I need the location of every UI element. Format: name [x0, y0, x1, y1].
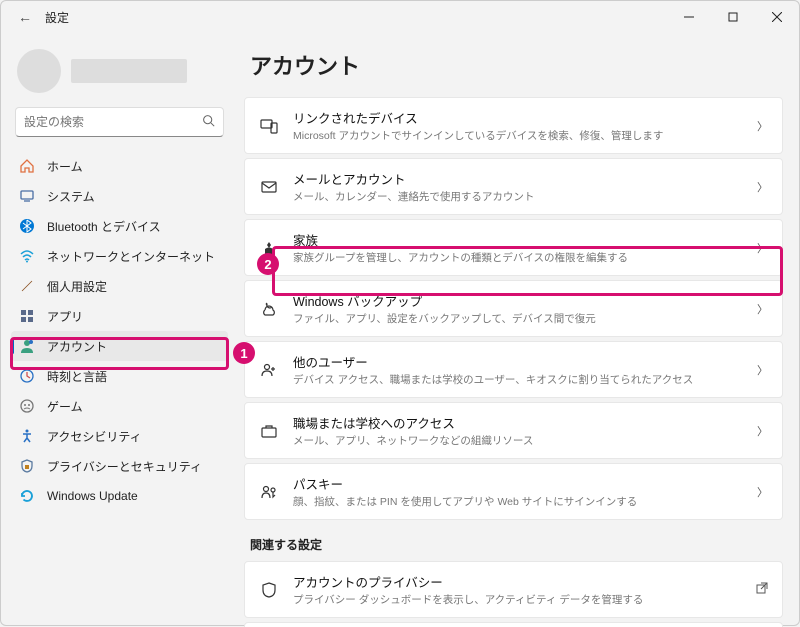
- update-icon: [19, 488, 35, 504]
- nav-home[interactable]: ホーム: [11, 151, 228, 181]
- external-link-icon: [756, 582, 768, 597]
- card-other-users[interactable]: 他のユーザー デバイス アクセス、職場または学校のユーザー、キオスクに割り当てら…: [244, 341, 783, 398]
- chevron-right-icon: 〉: [757, 423, 768, 439]
- card-title: パスキー: [293, 474, 743, 493]
- card-work-school[interactable]: 職場または学校へのアクセス メール、アプリ、ネットワークなどの組織リソース 〉: [244, 402, 783, 459]
- nav-accessibility[interactable]: アクセシビリティ: [11, 421, 228, 451]
- close-button[interactable]: [755, 2, 799, 32]
- search-icon: [202, 114, 215, 130]
- clock-icon: [19, 368, 35, 384]
- card-subtitle: メール、アプリ、ネットワークなどの組織リソース: [293, 433, 743, 448]
- home-icon: [19, 158, 35, 174]
- chevron-right-icon: 〉: [757, 362, 768, 378]
- passkey-icon: [259, 482, 279, 502]
- card-title: 家族: [293, 230, 743, 249]
- system-icon: [19, 188, 35, 204]
- nav-gaming[interactable]: ゲーム: [11, 391, 228, 421]
- shield-icon: [19, 458, 35, 474]
- briefcase-icon: [259, 421, 279, 441]
- card-linked-devices[interactable]: リンクされたデバイス Microsoft アカウントでサインインしているデバイス…: [244, 97, 783, 154]
- card-subtitle: 顔、指紋、または PIN を使用してアプリや Web サイトにサインインする: [293, 494, 743, 509]
- bluetooth-icon: [19, 218, 35, 234]
- game-icon: [19, 398, 35, 414]
- family-icon: [259, 238, 279, 258]
- avatar: [17, 49, 61, 93]
- nav-label: 時刻と言語: [47, 368, 107, 385]
- card-subtitle: 家族グループを管理し、アカウントの種類とデバイスの権限を編集する: [293, 250, 743, 265]
- card-title: Windows バックアップ: [293, 291, 743, 310]
- wifi-icon: [19, 248, 35, 264]
- page-title: アカウント: [250, 49, 783, 81]
- nav-label: アクセシビリティ: [47, 428, 142, 445]
- nav-update[interactable]: Windows Update: [11, 481, 228, 511]
- chevron-right-icon: 〉: [757, 240, 768, 256]
- nav-label: 個人用設定: [47, 278, 107, 295]
- card-passkey[interactable]: パスキー 顔、指紋、または PIN を使用してアプリや Web サイトにサインイ…: [244, 463, 783, 520]
- card-windows-backup[interactable]: Windows バックアップ ファイル、アプリ、設定をバックアップして、デバイス…: [244, 280, 783, 337]
- brush-icon: [19, 278, 35, 294]
- sidebar: ホーム システム Bluetooth とデバイス ネットワークとインターネット …: [1, 33, 236, 627]
- search-input[interactable]: [24, 115, 202, 129]
- chevron-right-icon: 〉: [757, 179, 768, 195]
- card-subtitle: メール、カレンダー、連絡先で使用するアカウント: [293, 189, 743, 204]
- back-button[interactable]: ←: [13, 9, 37, 25]
- card-subtitle: Microsoft アカウントでサインインしているデバイスを検索、修復、管理しま…: [293, 128, 743, 143]
- account-icon: [19, 338, 35, 354]
- nav-system[interactable]: システム: [11, 181, 228, 211]
- nav-time[interactable]: 時刻と言語: [11, 361, 228, 391]
- minimize-button[interactable]: [667, 2, 711, 32]
- search-box[interactable]: [15, 107, 224, 137]
- card-title: 他のユーザー: [293, 352, 743, 371]
- card-subtitle: ファイル、アプリ、設定をバックアップして、デバイス間で復元: [293, 311, 743, 326]
- card-family[interactable]: 家族 家族グループを管理し、アカウントの種類とデバイスの権限を編集する 〉: [244, 219, 783, 276]
- nav-accounts[interactable]: アカウント: [11, 331, 228, 361]
- card-subtitle: デバイス アクセス、職場または学校のユーザー、キオスクに割り当てられたアクセス: [293, 372, 743, 387]
- card-title: アカウントのプライバシー: [293, 572, 742, 591]
- nav-label: Windows Update: [47, 489, 138, 503]
- nav-label: システム: [47, 188, 95, 205]
- nav-privacy[interactable]: プライバシーとセキュリティ: [11, 451, 228, 481]
- related-settings-label: 関連する設定: [250, 536, 783, 553]
- profile-block[interactable]: [17, 49, 222, 93]
- card-account-privacy[interactable]: アカウントのプライバシー プライバシー ダッシュボードを表示し、アクティビティ …: [244, 561, 783, 618]
- profile-name-placeholder: [71, 59, 187, 83]
- nav-label: アプリ: [47, 308, 83, 325]
- nav-label: プライバシーとセキュリティ: [47, 458, 202, 475]
- card-title: リンクされたデバイス: [293, 108, 743, 127]
- card-title: メールとアカウント: [293, 169, 743, 188]
- card-title: 職場または学校へのアクセス: [293, 413, 743, 432]
- accessibility-icon: [19, 428, 35, 444]
- nav-personalize[interactable]: 個人用設定: [11, 271, 228, 301]
- users-icon: [259, 360, 279, 380]
- main-content: アカウント リンクされたデバイス Microsoft アカウントでサインインして…: [236, 33, 800, 627]
- nav-label: ネットワークとインターネット: [47, 248, 215, 265]
- titlebar: ← 設定: [1, 1, 800, 33]
- maximize-button[interactable]: [711, 2, 755, 32]
- apps-icon: [19, 308, 35, 324]
- nav-bluetooth[interactable]: Bluetooth とデバイス: [11, 211, 228, 241]
- chevron-right-icon: 〉: [757, 301, 768, 317]
- devices-icon: [259, 116, 279, 136]
- chevron-right-icon: 〉: [757, 118, 768, 134]
- nav-label: ホーム: [47, 158, 83, 175]
- nav-network[interactable]: ネットワークとインターネット: [11, 241, 228, 271]
- backup-icon: [259, 299, 279, 319]
- nav-apps[interactable]: アプリ: [11, 301, 228, 331]
- privacy-shield-icon: [259, 580, 279, 600]
- mail-icon: [259, 177, 279, 197]
- nav-label: ゲーム: [47, 398, 83, 415]
- chevron-right-icon: 〉: [757, 484, 768, 500]
- nav-label: Bluetooth とデバイス: [47, 218, 161, 235]
- window-title: 設定: [45, 9, 69, 26]
- nav-label: アカウント: [47, 338, 107, 355]
- card-mail-accounts[interactable]: メールとアカウント メール、カレンダー、連絡先で使用するアカウント 〉: [244, 158, 783, 215]
- card-subscription[interactable]: サブスクリプション Microsoft のサービスとサブスクリプションを管理する: [244, 622, 783, 627]
- card-subtitle: プライバシー ダッシュボードを表示し、アクティビティ データを管理する: [293, 592, 742, 607]
